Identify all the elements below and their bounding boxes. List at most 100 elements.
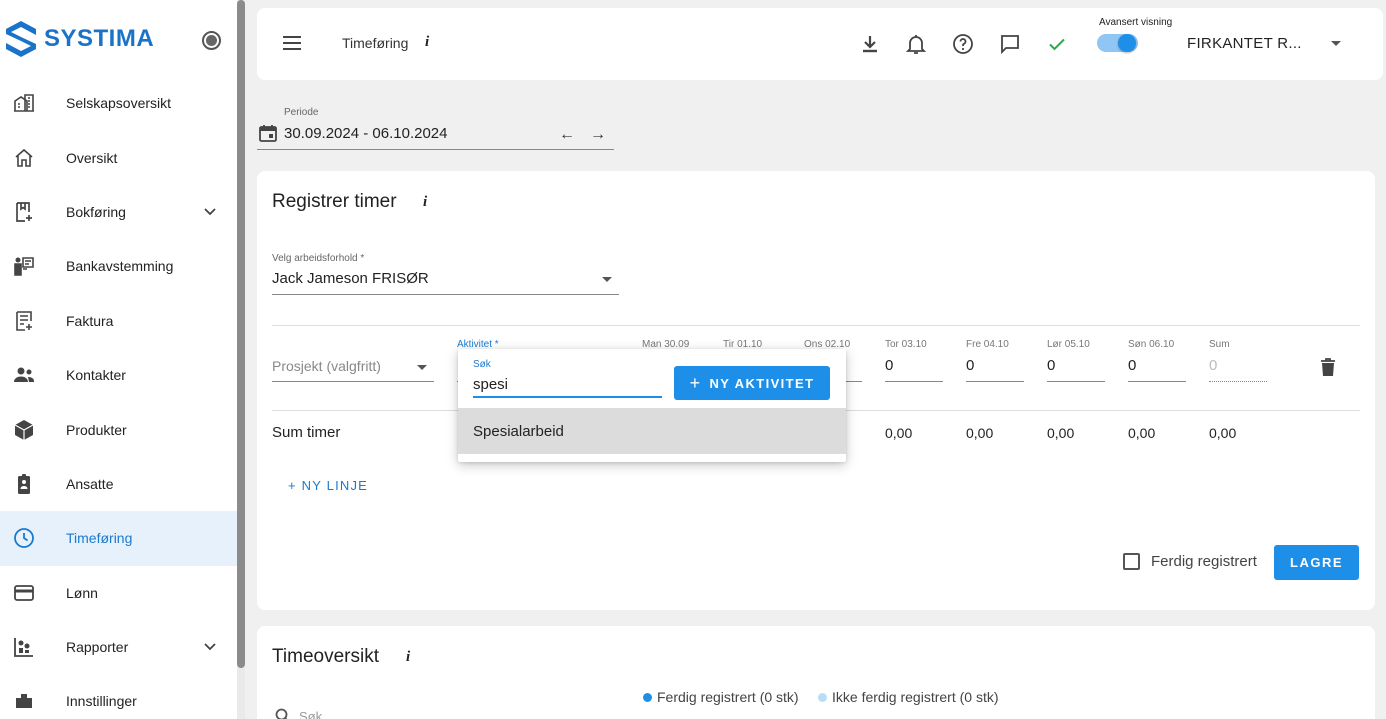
clock-icon	[14, 528, 34, 549]
arrow-left-icon[interactable]: ←	[559, 126, 575, 144]
day-header: Fre 04.10	[966, 339, 1009, 350]
download-icon[interactable]	[858, 32, 882, 56]
sidebar-item-bokforing[interactable]: Bokføring	[0, 185, 237, 239]
systima-logo[interactable]: SYSTIMA	[4, 20, 154, 58]
home-icon	[15, 148, 33, 167]
hours-overview-card: Timeoversikt i Ferdig registrert (0 stk)…	[257, 626, 1375, 719]
sidebar-item-label: Kontakter	[66, 367, 126, 384]
topbar: Timeføring i Avansert visning FIRKANTET …	[257, 8, 1383, 80]
hours-sum-field: 0	[1209, 352, 1267, 382]
caret-down-icon[interactable]	[417, 365, 427, 370]
hours-input-fri[interactable]: 0	[966, 352, 1024, 382]
search-value: spesi	[473, 376, 509, 393]
sum-hours-value: 0,00	[1128, 425, 1156, 441]
company-selector[interactable]: FIRKANTET R...	[1187, 35, 1302, 52]
employment-select[interactable]: Jack Jameson FRISØR	[272, 267, 619, 295]
calendar-icon[interactable]	[258, 123, 278, 143]
advanced-view-toggle[interactable]	[1097, 34, 1138, 52]
sidebar-item-kontakter[interactable]: Kontakter	[0, 348, 237, 402]
legend-dot	[818, 692, 827, 702]
sum-hours-total: 0,00	[1209, 425, 1237, 441]
sidebar-item-label: Faktura	[66, 312, 114, 329]
overview-search[interactable]: Søk	[275, 708, 322, 719]
employees-icon	[18, 473, 30, 494]
sidebar-item-label: Bokføring	[66, 203, 126, 220]
sidebar-nav: Selskapsoversikt Oversikt Bokføring Bank…	[0, 76, 237, 719]
caret-down-icon[interactable]	[602, 277, 612, 282]
activity-dropdown: Søk spesi + NY AKTIVITET Spesialarbeid	[458, 349, 846, 462]
caret-down-icon[interactable]	[1331, 41, 1341, 46]
sidebar-item-faktura[interactable]: Faktura	[0, 294, 237, 348]
new-line-button[interactable]: + NY LINJE	[288, 478, 368, 493]
chevron-down-icon[interactable]	[200, 202, 220, 222]
project-select[interactable]: Prosjekt (valgfritt)	[272, 352, 434, 382]
trash-icon[interactable]	[1319, 357, 1337, 377]
sum-header: Sum	[1209, 339, 1230, 350]
reports-icon	[14, 638, 33, 657]
day-header: Lør 05.10	[1047, 339, 1090, 350]
save-button[interactable]: LAGRE	[1274, 545, 1359, 580]
chat-icon[interactable]	[998, 32, 1022, 56]
sidebar-item-bankavstemming[interactable]: Bankavstemming	[0, 239, 237, 293]
hours-input-sat[interactable]: 0	[1047, 352, 1105, 382]
sidebar-item-label: Rapporter	[66, 639, 129, 656]
info-icon[interactable]: i	[406, 649, 410, 666]
legend-label: Ikke ferdig registrert (0 stk)	[832, 689, 999, 705]
sum-hours-value: 0,00	[1047, 425, 1075, 441]
search-label: Søk	[473, 359, 491, 370]
sidebar-item-oversikt[interactable]: Oversikt	[0, 130, 237, 184]
sidebar-item-label: Ansatte	[66, 475, 114, 492]
hamburger-menu-icon[interactable]	[281, 32, 303, 54]
legend-dot	[643, 692, 652, 702]
legend-label: Ferdig registrert (0 stk)	[657, 689, 799, 705]
sidebar-item-label: Innstillinger	[66, 693, 137, 710]
company-icon	[14, 94, 34, 112]
period-label: Periode	[284, 107, 319, 118]
sidebar-scrollbar-thumb[interactable]	[237, 0, 245, 668]
sidebar-item-rapporter[interactable]: Rapporter	[0, 620, 237, 674]
sidebar-item-ansatte[interactable]: Ansatte	[0, 457, 237, 511]
arrow-right-icon[interactable]: →	[590, 126, 606, 144]
divider	[272, 325, 1360, 326]
sidebar-item-label: Produkter	[66, 421, 127, 438]
sidebar-item-innstillinger[interactable]: Innstillinger	[0, 674, 237, 719]
sidebar-scrollbar[interactable]	[237, 0, 245, 719]
project-placeholder: Prosjekt (valgfritt)	[272, 358, 381, 374]
bookkeeping-icon	[16, 202, 32, 222]
payroll-card-icon	[14, 584, 34, 601]
sidebar-item-timeforing[interactable]: Timeføring	[0, 511, 237, 566]
period-value: 30.09.2024 - 06.10.2024	[284, 125, 448, 142]
hours-input-sun[interactable]: 0	[1128, 352, 1186, 382]
done-checkbox[interactable]	[1123, 553, 1140, 570]
hours-input-thu[interactable]: 0	[885, 352, 943, 382]
day-header: Søn 06.10	[1128, 339, 1175, 350]
bank-reconciliation-icon	[14, 257, 34, 277]
sidebar-item-selskapsoversikt[interactable]: Selskapsoversikt	[0, 76, 237, 130]
systima-logo-icon	[6, 21, 36, 57]
new-activity-label: NY AKTIVITET	[709, 375, 815, 391]
sidebar-item-label: Lønn	[66, 584, 98, 601]
sum-hours-value: 0,00	[966, 425, 994, 441]
done-label: Ferdig registrert	[1151, 553, 1257, 570]
new-activity-button[interactable]: + NY AKTIVITET	[674, 366, 830, 400]
info-icon[interactable]: i	[423, 194, 427, 211]
bell-icon[interactable]	[904, 32, 928, 56]
brand-name: SYSTIMA	[44, 25, 155, 52]
activity-search-input[interactable]: spesi	[473, 373, 662, 398]
sidebar-item-produkter[interactable]: Produkter	[0, 402, 237, 456]
sum-hours-label: Sum timer	[272, 424, 341, 441]
employment-value: Jack Jameson FRISØR	[272, 270, 429, 287]
period-field[interactable]: 30.09.2024 - 06.10.2024 ← →	[257, 120, 614, 150]
settings-icon	[16, 694, 32, 709]
sidebar-item-label: Oversikt	[66, 149, 118, 166]
checkmark-icon[interactable]	[1045, 32, 1069, 56]
help-icon[interactable]	[951, 32, 975, 56]
info-icon[interactable]: i	[425, 34, 429, 51]
status-indicator-icon[interactable]	[202, 31, 221, 50]
chevron-down-icon[interactable]	[200, 637, 220, 657]
sidebar-item-label: Timeføring	[66, 530, 133, 547]
sidebar-item-lonn[interactable]: Lønn	[0, 566, 237, 620]
activity-option[interactable]: Spesialarbeid	[458, 408, 846, 454]
search-icon	[275, 708, 288, 719]
sum-hours-value: 0,00	[885, 425, 913, 441]
